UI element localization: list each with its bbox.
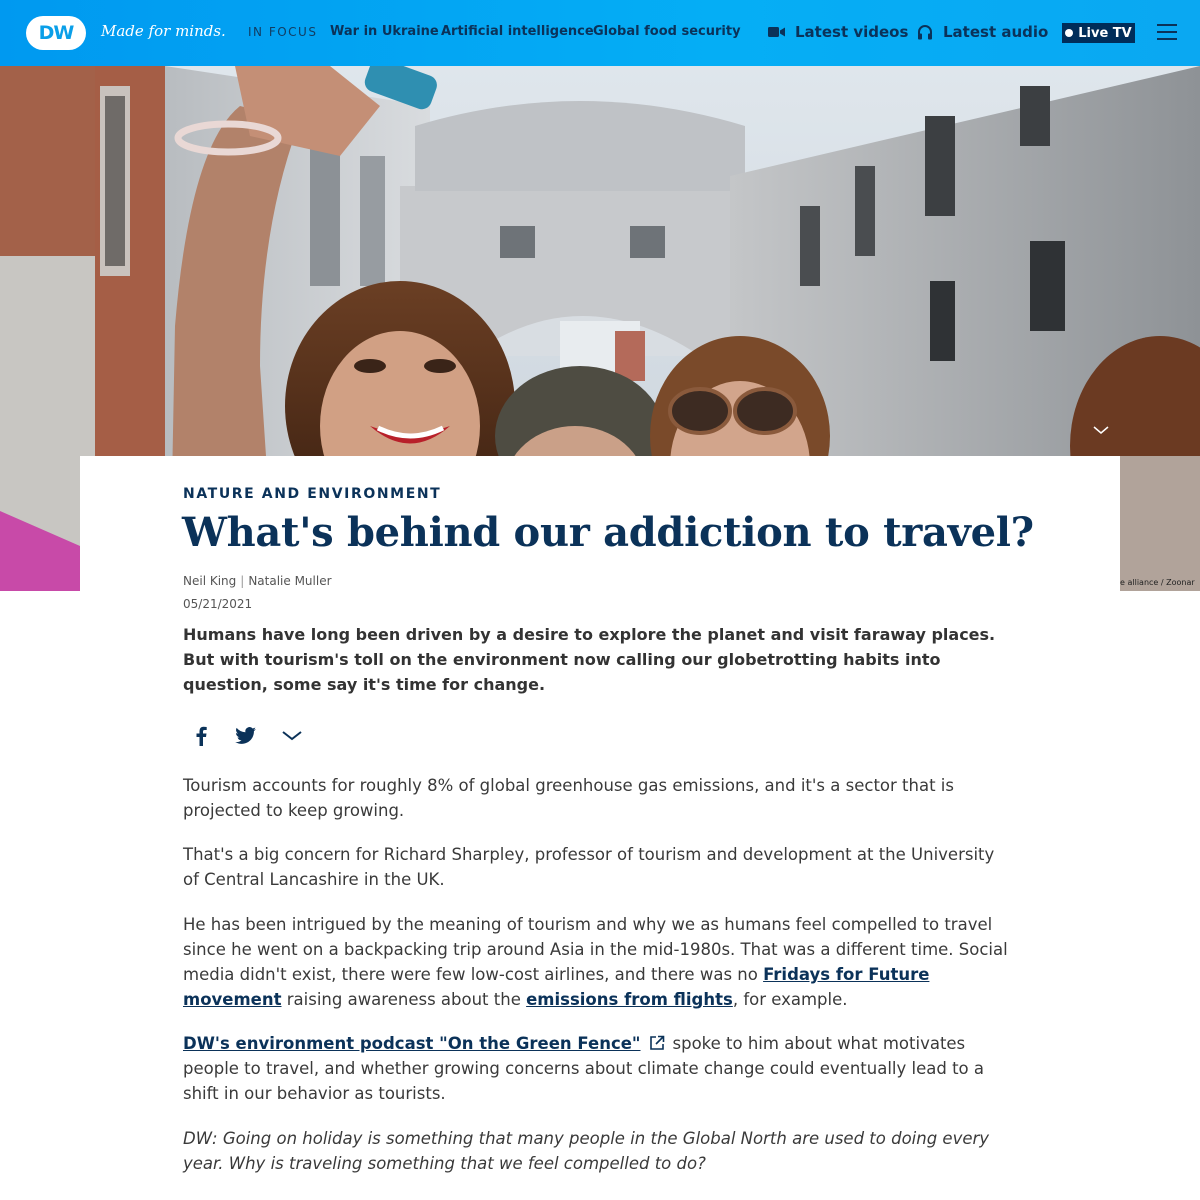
podcast-link[interactable]: DW's environment podcast "On the Green F… xyxy=(183,1034,641,1053)
headphones-icon xyxy=(918,24,932,39)
more-share-button[interactable] xyxy=(281,725,303,747)
focus-link-ukraine[interactable]: War in Ukraine xyxy=(330,24,439,39)
scroll-down-chevron-icon[interactable] xyxy=(1092,424,1110,436)
latest-videos-label: Latest videos xyxy=(795,23,909,41)
focus-link-food-security[interactable]: Global food security xyxy=(593,24,741,39)
body-paragraph: That's a big concern for Richard Sharple… xyxy=(183,845,995,889)
facebook-share-button[interactable] xyxy=(190,725,212,747)
video-camera-icon xyxy=(768,27,785,37)
author-name[interactable]: Natalie Muller xyxy=(248,574,331,588)
photo-credit: e alliance / Zoonar xyxy=(1120,578,1195,587)
tagline: Made for minds. xyxy=(101,22,226,40)
question-text: : Going on holiday is something that man… xyxy=(183,1129,990,1173)
body-text: raising awareness about the xyxy=(281,990,527,1009)
body-paragraph: DW's environment podcast "On the Green F… xyxy=(183,1031,1013,1106)
hamburger-menu-icon[interactable] xyxy=(1157,24,1177,41)
live-tv-button[interactable]: Live TV xyxy=(1062,23,1135,43)
external-link-icon xyxy=(649,1035,664,1050)
in-focus-label: IN FOCUS xyxy=(248,25,318,39)
body-paragraph: He has been intrigued by the meaning of … xyxy=(183,912,1013,1012)
interview-question: DW: Going on holiday is something that m… xyxy=(183,1126,1013,1176)
latest-audio-label: Latest audio xyxy=(943,23,1049,41)
article-lead: Humans have long been driven by a desire… xyxy=(183,625,996,694)
question-label: DW xyxy=(183,1129,213,1148)
article-date: 05/21/2021 xyxy=(183,597,253,611)
twitter-icon xyxy=(235,727,256,744)
focus-link-ai[interactable]: Artificial intelligence xyxy=(441,24,594,39)
latest-audio-link[interactable]: Latest audio xyxy=(917,23,1048,41)
emissions-from-flights-link[interactable]: emissions from flights xyxy=(526,990,733,1009)
facebook-icon xyxy=(196,726,207,746)
article-authors: Neil King | Natalie Muller xyxy=(183,574,332,588)
article-kicker[interactable]: NATURE AND ENVIRONMENT xyxy=(183,486,441,502)
live-tv-label: Live TV xyxy=(1078,25,1132,41)
body-text: , for example. xyxy=(732,990,848,1009)
logo-text: DW xyxy=(38,22,75,44)
live-dot-icon xyxy=(1065,29,1074,37)
chevron-down-icon xyxy=(282,731,302,741)
site-header: DW Made for minds. IN FOCUS War in Ukrai… xyxy=(0,0,1200,66)
twitter-share-button[interactable] xyxy=(235,725,257,747)
author-name[interactable]: Neil King xyxy=(183,574,236,588)
latest-videos-link[interactable]: Latest videos xyxy=(768,23,908,41)
dw-logo[interactable]: DW xyxy=(26,16,86,50)
article-title: What's behind our addiction to travel? xyxy=(182,509,1034,556)
body-paragraph: Tourism accounts for roughly 8% of globa… xyxy=(183,776,954,820)
